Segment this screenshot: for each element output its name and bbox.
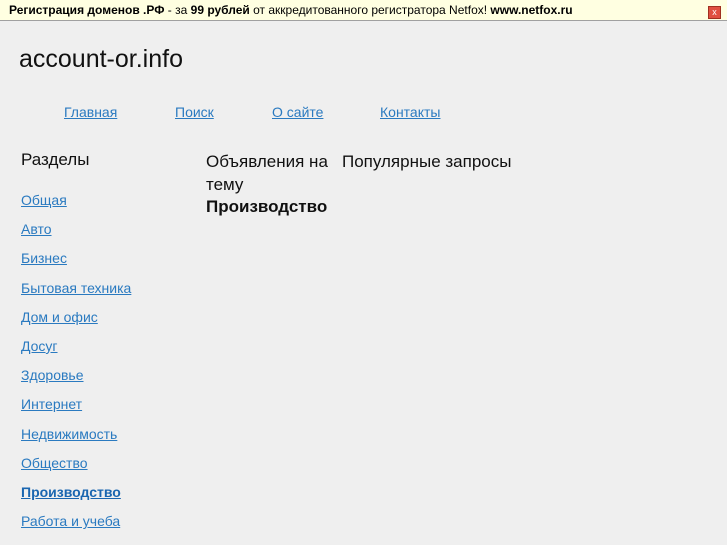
banner-link[interactable]: www.netfox.ru [490,3,572,17]
nav-contacts[interactable]: Контакты [380,104,440,120]
sidebar-item[interactable]: Авто [21,221,131,250]
nav-search[interactable]: Поиск [175,104,214,120]
sections-heading: Разделы [21,150,90,169]
sidebar-item-active[interactable]: Производство [21,484,131,513]
popular-queries-heading: Популярные запросы [342,152,512,171]
banner-text[interactable]: Регистрация доменов .РФ - за 99 рублей о… [9,0,573,20]
ads-heading: Объявления на тему [206,152,328,194]
banner-text-4: от аккредитованного регистратора Netfox! [249,3,491,17]
nav-about[interactable]: О сайте [272,104,323,120]
sidebar-item[interactable]: Бизнес [21,250,131,279]
banner-domain-text: Регистрация доменов .РФ [9,3,165,17]
nav-home[interactable]: Главная [64,104,117,120]
ad-banner: Регистрация доменов .РФ - за 99 рублей о… [0,0,727,21]
sidebar-item[interactable]: Общая [21,192,131,221]
sidebar: Общая Авто Бизнес Бытовая техника Дом и … [21,192,131,542]
sidebar-item[interactable]: Недвижимость [21,426,131,455]
sidebar-item[interactable]: Здоровье [21,367,131,396]
sidebar-item[interactable]: Дом и офис [21,309,131,338]
banner-price: 99 рублей [190,3,250,17]
sidebar-item[interactable]: Досуг [21,338,131,367]
category-title: Производство [206,197,328,216]
sidebar-item[interactable]: Общество [21,455,131,484]
site-title: account-or.info [19,45,183,73]
sidebar-item[interactable]: Работа и учеба [21,513,131,542]
sidebar-item[interactable]: Интернет [21,396,131,425]
close-icon[interactable]: x [708,6,721,19]
sidebar-item[interactable]: Бытовая техника [21,280,131,309]
banner-text-2: - за [164,3,191,17]
